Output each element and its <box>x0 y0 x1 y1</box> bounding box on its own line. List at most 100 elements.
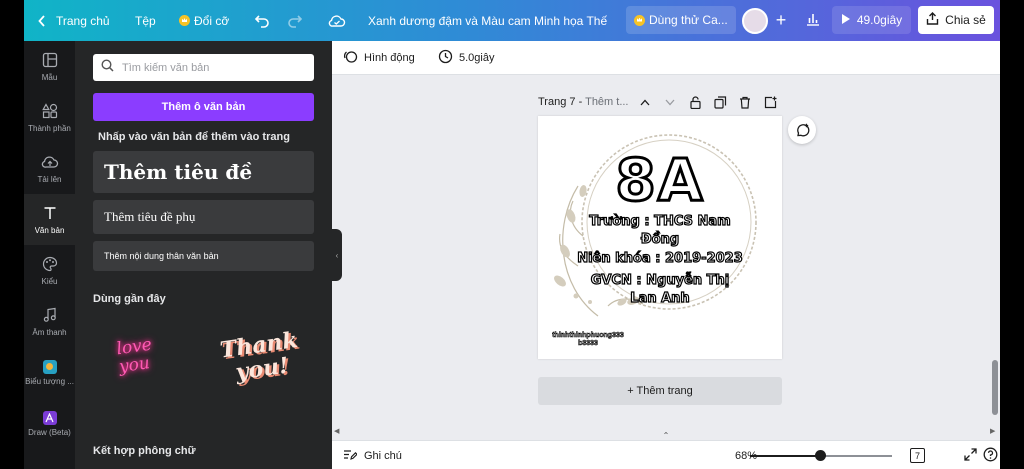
collapse-panel-button[interactable]: ‹ <box>332 229 342 281</box>
teacher-line-2[interactable]: Lan Anh <box>538 290 782 306</box>
search-icon <box>101 58 114 77</box>
watermark-text[interactable]: thinhthinhphuong333 b3333 <box>548 332 628 348</box>
page-up-button[interactable] <box>637 93 653 111</box>
crown-icon <box>179 15 190 26</box>
animation-icon <box>343 49 358 67</box>
lock-page-button[interactable] <box>687 93 703 111</box>
editor-toolbar: Hình động 5.0giây <box>332 41 1000 75</box>
recent-love-you-neon[interactable]: love you <box>115 332 184 410</box>
add-subheading-option[interactable]: Thêm tiêu đề phụ <box>93 200 314 234</box>
rail-item-text[interactable]: Văn bản <box>24 194 75 245</box>
add-page-button[interactable]: + Thêm trang <box>538 377 782 405</box>
zoom-slider-handle[interactable] <box>815 450 826 461</box>
help-button[interactable] <box>983 441 998 469</box>
scroll-left-arrow-icon[interactable]: ◀ <box>334 427 339 435</box>
rail-label: Văn bản <box>34 225 65 235</box>
share-button[interactable]: Chia sẻ <box>918 6 994 34</box>
cloud-save-status[interactable] <box>328 0 346 41</box>
rail-item-uploads[interactable]: Tải lên <box>24 143 75 194</box>
comment-add-icon <box>796 123 809 136</box>
redo-button[interactable] <box>287 0 303 41</box>
draw-app-icon <box>42 410 57 425</box>
notes-button[interactable]: Ghi chú <box>343 441 402 469</box>
rail-item-styles[interactable]: Kiểu <box>24 245 75 296</box>
rail-item-audio[interactable]: Âm thanh <box>24 296 75 347</box>
zoom-slider[interactable] <box>750 450 892 461</box>
left-rail: Mẫu Thành phần Tải lên Văn bản Kiểu Âm t… <box>24 41 75 469</box>
help-icon <box>983 447 998 465</box>
page-title[interactable]: Trang 7 - Thêm t... <box>538 96 629 108</box>
school-line-1[interactable]: Trường : THCS Nam <box>538 213 782 229</box>
add-body-text-option[interactable]: Thêm nội dung thân văn bản <box>93 241 314 271</box>
duration-label: 5.0giây <box>459 52 495 64</box>
scroll-right-arrow-icon[interactable]: ▶ <box>990 427 995 435</box>
school-line-2[interactable]: Đồng <box>538 231 782 247</box>
add-textbox-label: Thêm ô văn bản <box>161 101 246 113</box>
search-box[interactable] <box>93 54 314 81</box>
notes-icon <box>343 448 358 464</box>
invite-plus-button[interactable]: + <box>768 6 794 34</box>
add-textbox-button[interactable]: Thêm ô văn bản <box>93 93 314 121</box>
crown-icon <box>634 14 645 26</box>
file-menu[interactable]: Tệp <box>135 0 156 41</box>
animate-button[interactable]: Hình động <box>343 41 415 75</box>
chevron-left-icon <box>38 14 46 27</box>
share-icon <box>926 12 939 28</box>
resize-button[interactable]: Đổi cỡ <box>179 0 229 41</box>
magic-comment-button[interactable] <box>788 116 816 144</box>
teacher-line-1[interactable]: GVCN : Nguyễn Thị <box>538 272 782 288</box>
canva-editor: Trang chủ Tệp Đổi cỡ Xanh dương đậm và M… <box>24 0 1000 469</box>
text-icon <box>42 205 58 223</box>
notes-label: Ghi chú <box>364 449 402 462</box>
rail-item-logos[interactable]: Biểu tượng ... <box>24 347 75 398</box>
music-icon <box>42 307 58 325</box>
chevron-up-icon <box>640 99 650 105</box>
chevron-left-icon: ‹ <box>335 250 339 260</box>
page-down-button[interactable] <box>662 93 678 111</box>
duplicate-page-button[interactable] <box>712 93 728 111</box>
redo-icon <box>287 14 303 28</box>
resize-label: Đổi cỡ <box>194 13 230 28</box>
avatar[interactable] <box>742 8 768 34</box>
home-label: Trang chủ <box>56 13 110 28</box>
rail-label: Kiểu <box>41 276 58 286</box>
chevron-up-icon: ⌃ <box>662 431 670 440</box>
rail-label: Mẫu <box>41 72 58 82</box>
rail-label: Draw (Beta) <box>28 427 71 437</box>
plus-icon: + <box>775 9 787 30</box>
try-pro-button[interactable]: Dùng thử Ca... <box>626 6 736 34</box>
search-input[interactable] <box>122 61 302 74</box>
rail-label: Tải lên <box>37 174 62 184</box>
design-page[interactable]: 8A Trường : THCS Nam Đồng Niên khóa : 20… <box>538 116 782 359</box>
bottom-bar: Ghi chú 68% 7 <box>332 440 1000 469</box>
page-count-button[interactable]: 7 <box>910 448 925 463</box>
vertical-scroll-thumb[interactable] <box>992 360 998 415</box>
unlock-icon <box>689 95 701 109</box>
subheading-label: Thêm tiêu đề phụ <box>104 209 196 224</box>
body-text-label: Thêm nội dung thân văn bản <box>104 251 219 261</box>
rail-item-templates[interactable]: Mẫu <box>24 41 75 92</box>
rail-item-elements[interactable]: Thành phần <box>24 92 75 143</box>
present-play-button[interactable]: 49.0giây <box>832 6 911 34</box>
rail-label: Thành phần <box>28 123 71 133</box>
rail-item-draw[interactable]: Draw (Beta) <box>24 398 75 449</box>
fullscreen-button[interactable] <box>964 441 977 469</box>
duration-button[interactable]: 5.0giây <box>438 41 494 75</box>
class-name-text[interactable]: 8A <box>538 145 782 216</box>
undo-button[interactable] <box>254 0 270 41</box>
trash-icon <box>740 96 750 109</box>
recent-thank-you-text[interactable]: Thank you! <box>213 327 312 409</box>
show-pages-toggle[interactable]: ⌃ <box>652 432 680 440</box>
add-heading-option[interactable]: Thêm tiêu đề <box>93 151 314 193</box>
insights-button[interactable] <box>800 6 826 34</box>
school-year-text[interactable]: Niên khóa : 2019-2023 <box>538 250 782 266</box>
page-count-label: 7 <box>914 450 920 461</box>
page-number-label: Trang 7 <box>538 96 576 108</box>
add-page-icon-button[interactable] <box>762 93 778 111</box>
click-hint: Nhấp vào văn bản để thêm vào trang <box>98 131 290 143</box>
delete-page-button[interactable] <box>737 93 753 111</box>
elements-icon <box>41 102 58 121</box>
home-button[interactable]: Trang chủ <box>38 0 110 41</box>
document-title[interactable]: Xanh dương đậm và Màu cam Minh họa Thế t… <box>368 0 608 41</box>
vertical-scrollbar[interactable] <box>990 75 1000 427</box>
